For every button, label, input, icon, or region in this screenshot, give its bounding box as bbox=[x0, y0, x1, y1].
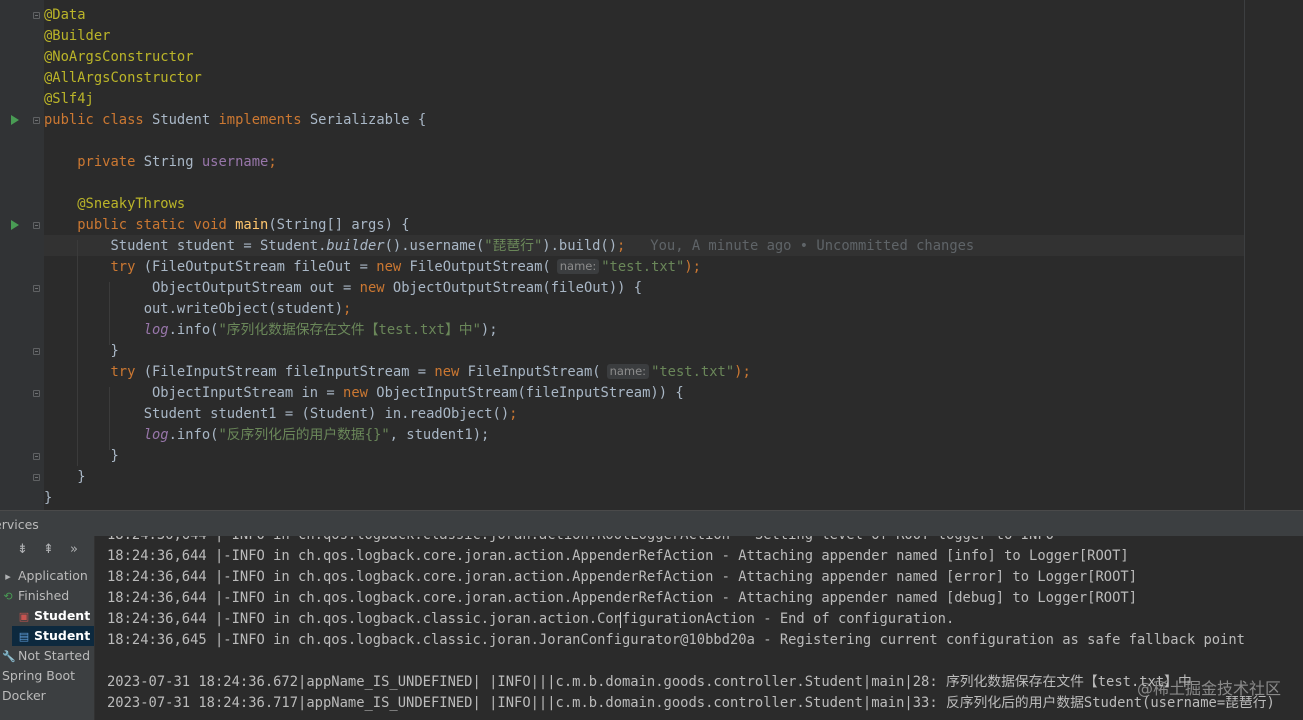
code-line: @SneakyThrows bbox=[77, 196, 186, 212]
expand-all-icon[interactable]: ⇟ bbox=[17, 542, 28, 557]
console-output[interactable]: 18:24:36,644 |-INFO in ch.qos.logback.cl… bbox=[95, 536, 1303, 720]
run-config-icon: ▤ bbox=[18, 630, 30, 643]
log-line: 18:24:36,644 |-INFO in ch.qos.logback.co… bbox=[107, 569, 1137, 585]
editor-gutter bbox=[0, 0, 44, 510]
run-config-error-icon: ▣ bbox=[18, 610, 30, 623]
tree-item-not-started[interactable]: 🔧 Not Started bbox=[2, 646, 94, 666]
code-line: @NoArgsConstructor bbox=[44, 49, 194, 65]
code-line: @Builder bbox=[44, 28, 111, 44]
code-editor[interactable]: @Data @Builder @NoArgsConstructor @AllAr… bbox=[0, 0, 1303, 510]
code-line: log.info("反序列化后的用户数据{}", student1); bbox=[143, 427, 490, 443]
code-line: } bbox=[110, 343, 119, 359]
tree-item-student-1[interactable]: ▣ Student bbox=[18, 606, 94, 626]
more-icon[interactable]: » bbox=[70, 542, 78, 557]
finished-icon: ⟲ bbox=[3, 590, 13, 603]
fold-icon[interactable] bbox=[33, 222, 40, 229]
code-line: try (FileOutputStream fileOut = new File… bbox=[110, 259, 701, 275]
code-line: Student student = Student.builder().user… bbox=[110, 238, 975, 254]
fold-icon[interactable] bbox=[33, 117, 40, 124]
param-hint: name: bbox=[606, 364, 650, 379]
run-main-icon[interactable] bbox=[11, 220, 19, 230]
watermark: @稀土掘金技术社区 bbox=[1136, 679, 1281, 698]
log-line: 18:24:36,644 |-INFO in ch.qos.logback.cl… bbox=[107, 536, 1054, 546]
collapse-all-icon[interactable]: ⇞ bbox=[43, 542, 54, 557]
code-line: public class Student implements Serializ… bbox=[44, 112, 427, 128]
fold-icon[interactable] bbox=[33, 453, 40, 460]
text-caret bbox=[620, 612, 621, 628]
fold-icon[interactable] bbox=[33, 285, 40, 292]
fold-icon[interactable] bbox=[33, 348, 40, 355]
services-tree: ⇟ ⇞ » ▸ Application ⟲ Finished ▣ Student ▤ S… bbox=[0, 536, 95, 720]
fold-icon[interactable] bbox=[33, 12, 40, 19]
param-hint: name: bbox=[556, 259, 600, 274]
spring-icon: 🔧 bbox=[2, 650, 16, 663]
log-line: 2023-07-31 18:24:36.717|appName_IS_UNDEF… bbox=[107, 695, 1275, 711]
code-line: @AllArgsConstructor bbox=[44, 70, 202, 86]
code-line: try (FileInputStream fileInputStream = n… bbox=[110, 364, 751, 380]
services-tool-window-header[interactable]: ervices bbox=[0, 510, 1303, 536]
code-line: @Slf4j bbox=[44, 91, 94, 107]
log-line: 18:24:36,644 |-INFO in ch.qos.logback.co… bbox=[107, 590, 1137, 606]
services-title: ervices bbox=[0, 517, 39, 532]
code-line: out.writeObject(student); bbox=[143, 301, 352, 317]
log-line: 18:24:36,644 |-INFO in ch.qos.logback.cl… bbox=[107, 611, 955, 627]
tree-item-docker[interactable]: Docker bbox=[2, 686, 94, 706]
run-class-icon[interactable] bbox=[11, 115, 19, 125]
log-line: 18:24:36,644 |-INFO in ch.qos.logback.co… bbox=[107, 548, 1129, 564]
log-line: 2023-07-31 18:24:36.672|appName_IS_UNDEF… bbox=[107, 674, 1192, 690]
right-margin-guide bbox=[1244, 0, 1245, 510]
code-line: @Data bbox=[44, 7, 86, 23]
fold-icon[interactable] bbox=[33, 390, 40, 397]
app-icon: ▸ bbox=[5, 570, 11, 583]
code-line: Student student1 = (Student) in.readObje… bbox=[143, 406, 518, 422]
code-line: } bbox=[77, 469, 86, 485]
tree-item-application[interactable]: ▸ Application bbox=[2, 566, 94, 586]
code-line: log.info("序列化数据保存在文件【test.txt】中"); bbox=[143, 322, 498, 338]
fold-icon[interactable] bbox=[33, 474, 40, 481]
tree-item-spring-boot[interactable]: Spring Boot bbox=[2, 666, 94, 686]
code-line: public static void main(String[] args) { bbox=[77, 217, 410, 233]
code-line: private String username; bbox=[77, 154, 277, 170]
code-line: } bbox=[110, 448, 119, 464]
code-line: ObjectOutputStream out = new ObjectOutpu… bbox=[151, 280, 643, 296]
git-blame-annotation: You, A minute ago • Uncommitted changes bbox=[650, 238, 975, 254]
log-line: 18:24:36,645 |-INFO in ch.qos.logback.cl… bbox=[107, 632, 1245, 648]
tree-item-student-2[interactable]: ▤ Student bbox=[12, 626, 94, 646]
code-line: ObjectInputStream in = new ObjectInputSt… bbox=[151, 385, 684, 401]
tree-item-finished[interactable]: ⟲ Finished bbox=[2, 586, 94, 606]
code-line: } bbox=[44, 490, 53, 506]
